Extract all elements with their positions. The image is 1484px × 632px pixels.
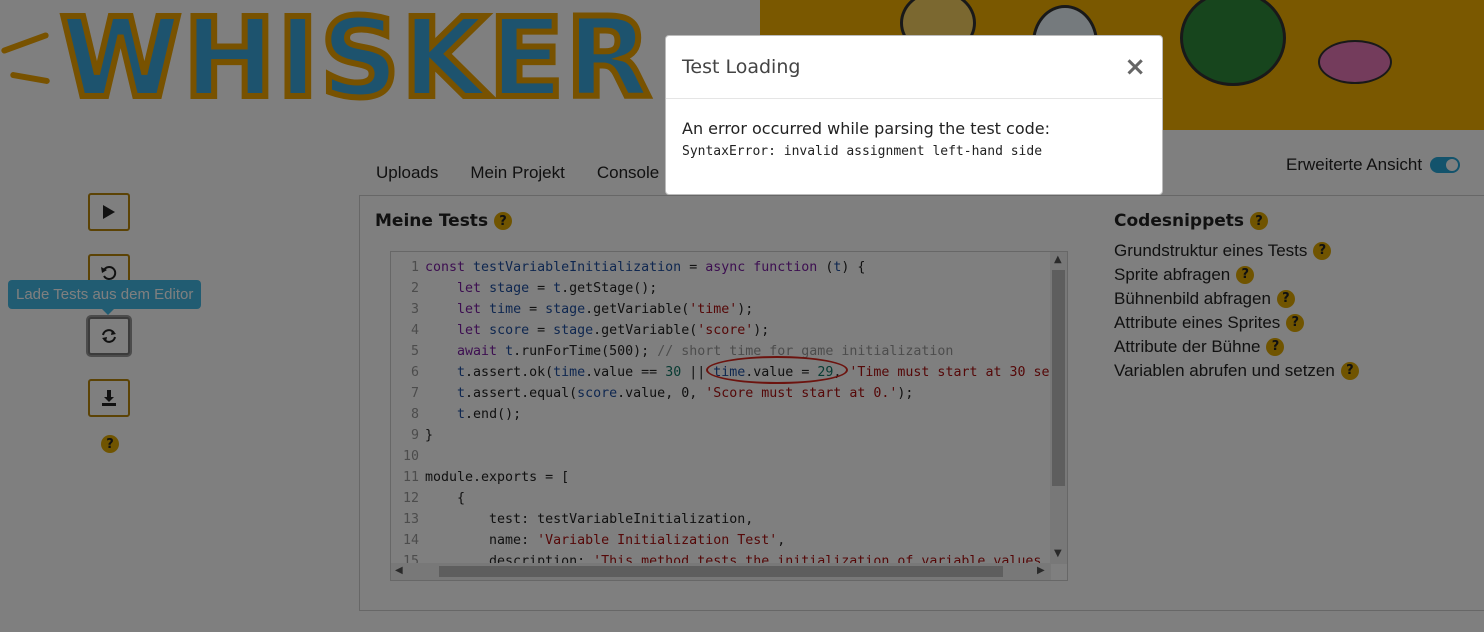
test-loading-modal: Test Loading × An error occurred while p… xyxy=(665,35,1163,195)
modal-header: Test Loading × xyxy=(666,36,1162,99)
modal-body: An error occurred while parsing the test… xyxy=(666,99,1162,179)
error-message: An error occurred while parsing the test… xyxy=(682,119,1051,138)
modal-title: Test Loading xyxy=(682,56,801,78)
close-icon[interactable]: × xyxy=(1124,52,1146,82)
error-detail: SyntaxError: invalid assignment left-han… xyxy=(682,144,1043,159)
